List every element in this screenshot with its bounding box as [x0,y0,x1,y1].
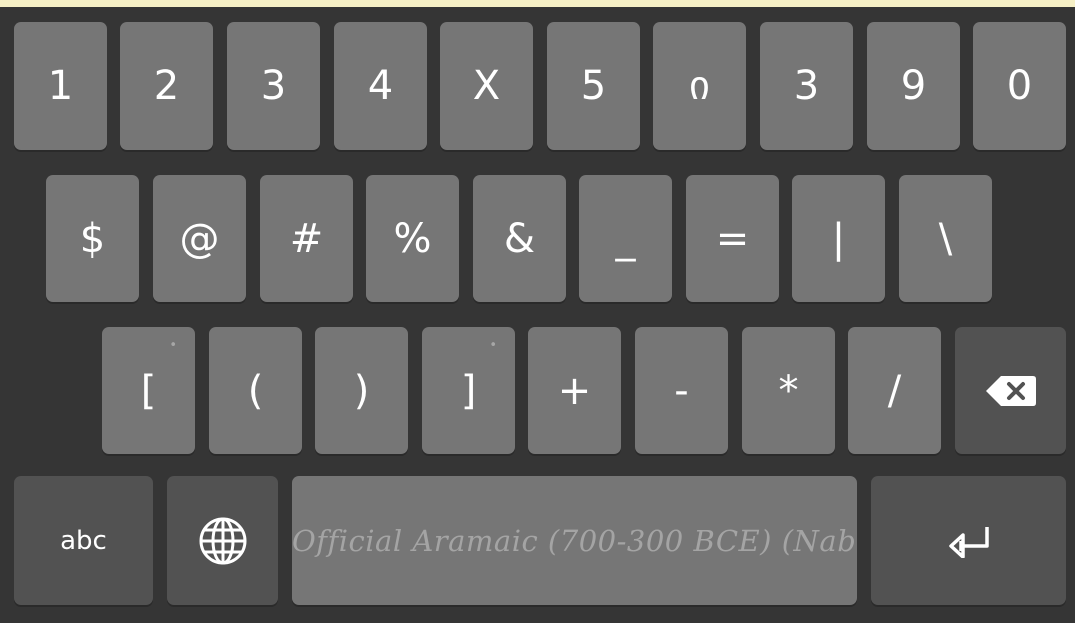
key-label: - [674,367,689,414]
key-label: ი [689,63,710,109]
key-hint: • [169,338,177,353]
key-label: % [393,215,432,262]
key-label: 3 [793,63,820,109]
key-backslash[interactable]: \ [899,175,992,302]
key-label: 0 [1006,63,1033,109]
top-strip [0,0,1075,7]
key-2[interactable]: 2 [120,22,213,150]
key-left-paren[interactable]: ( [209,327,302,454]
key-6[interactable]: ი [653,22,746,150]
key-hint: • [489,338,497,353]
key-slash[interactable]: / [848,327,941,454]
space-bar-label: Official Aramaic (700-300 BCE) (Nabataea… [292,524,857,558]
key-label: ] [460,367,477,414]
key-label: X [472,63,501,109]
key-underscore[interactable]: _ [579,175,672,302]
key-right-paren[interactable]: ) [315,327,408,454]
enter-key[interactable] [871,476,1066,605]
key-x[interactable]: X [440,22,533,150]
language-switch-button[interactable] [167,476,278,605]
backspace-key[interactable] [955,327,1066,454]
key-label: _ [615,215,636,262]
abc-label: abc [60,525,107,556]
key-label: & [503,215,536,262]
key-label: ) [353,367,370,414]
globe-icon [198,516,248,566]
key-pipe[interactable]: | [792,175,885,302]
abc-switch-button[interactable]: abc [14,476,153,605]
key-label: [ [140,367,157,414]
key-asterisk[interactable]: * [742,327,835,454]
key-plus[interactable]: + [528,327,621,454]
key-label: * [778,367,799,414]
key-9[interactable]: 9 [867,22,960,150]
key-label: + [557,367,592,414]
key-4[interactable]: 4 [334,22,427,150]
key-left-bracket[interactable]: •[ [102,327,195,454]
key-hash[interactable]: # [260,175,353,302]
key-5[interactable]: 5 [547,22,640,150]
key-label: $ [79,215,106,262]
key-label: = [715,215,750,262]
key-ampersand[interactable]: & [473,175,566,302]
key-label: # [289,215,324,262]
key-3[interactable]: 3 [227,22,320,150]
key-0[interactable]: 0 [973,22,1066,150]
key-label: 3 [260,63,287,109]
space-bar[interactable]: Official Aramaic (700-300 BCE) (Nabataea… [292,476,857,605]
key-label: 4 [367,63,394,109]
key-minus[interactable]: - [635,327,728,454]
key-at[interactable]: @ [153,175,246,302]
key-label: ( [247,367,264,414]
key-label: / [887,367,902,414]
key-label: 9 [900,63,927,109]
key-label: \ [938,215,953,262]
key-percent[interactable]: % [366,175,459,302]
backspace-icon [985,374,1037,408]
key-label: | [831,215,846,262]
key-1[interactable]: 1 [14,22,107,150]
key-right-bracket[interactable]: •] [422,327,515,454]
key-dollar[interactable]: $ [46,175,139,302]
key-label: 5 [580,63,607,109]
key-equals[interactable]: = [686,175,779,302]
key-label: 1 [47,63,74,109]
key-label: @ [179,215,220,262]
key-7[interactable]: 3 [760,22,853,150]
enter-icon [947,524,991,558]
key-label: 2 [153,63,180,109]
